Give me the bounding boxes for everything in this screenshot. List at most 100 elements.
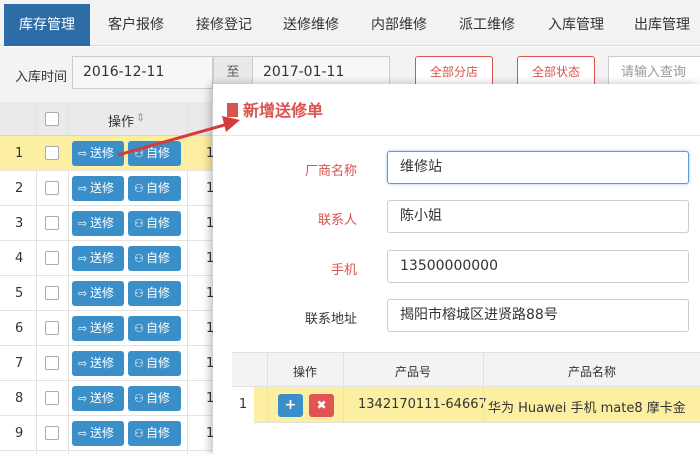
tab-bar: 库存管理 客户报修 接修登记 送修维修 内部维修 派工维修 入库管理 出库管理 [0,0,700,46]
row-number: 1 [15,146,24,161]
tab-internal-repair[interactable]: 内部维修 [355,4,443,46]
product-table-header: 操作 产品号 产品名称 [232,352,700,387]
send-repair-button[interactable]: ⇨ 送修 [72,386,124,411]
send-repair-button[interactable]: ⇨ 送修 [72,281,124,306]
phone-field[interactable]: 13500000000 [387,250,689,283]
send-repair-button[interactable]: ⇨ 送修 [72,421,124,446]
user-plus-icon: ⚇ [134,217,144,230]
row-number: 6 [15,321,24,336]
self-repair-button[interactable]: ⚇ 自修 [128,176,181,201]
tab-customer-repair[interactable]: 客户报修 [92,4,180,46]
self-repair-button[interactable]: ⚇ 自修 [128,421,181,446]
table-row: 1 + ✖ 1342170111-64667 华为 Huawei 手机 mate… [232,387,700,423]
tab-stock-out[interactable]: 出库管理 [620,4,700,46]
self-repair-button[interactable]: ⚇ 自修 [128,211,181,236]
table-row[interactable]: 3 ⇨ 送修 ⚇ 自修 1 [0,206,214,241]
send-repair-button[interactable]: ⇨ 送修 [72,176,124,201]
select-all-checkbox[interactable] [45,112,59,126]
table-row[interactable]: 6 ⇨ 送修 ⚇ 自修 1 [0,311,214,346]
row-checkbox[interactable] [45,251,59,265]
user-plus-icon: ⚇ [134,427,144,440]
date-filter-label: 入库时间 [15,70,68,85]
send-icon: ⇨ [78,217,88,230]
self-repair-button[interactable]: ⚇ 自修 [128,281,181,306]
dialog-title: 新增送修单 [227,97,323,121]
vendor-select[interactable]: 维修站 × [387,151,689,184]
send-repair-label: 送修 [90,146,115,160]
send-repair-label: 送修 [90,426,115,440]
row-number: 4 [15,251,24,266]
send-repair-button[interactable]: ⇨ 送修 [72,246,124,271]
self-repair-button[interactable]: ⚇ 自修 [128,246,181,271]
address-field[interactable]: 揭阳市榕城区进贤路88号 [387,299,689,332]
user-plus-icon: ⚇ [134,252,144,265]
self-repair-label: 自修 [146,146,171,160]
table-row[interactable]: 9 ⇨ 送修 ⚇ 自修 1 [0,416,214,451]
row-number: 3 [15,216,24,231]
self-repair-label: 自修 [146,426,171,440]
row-checkbox[interactable] [45,146,59,160]
column-divider [343,352,344,423]
self-repair-label: 自修 [146,356,171,370]
send-icon: ⇨ [78,287,88,300]
row-number: 9 [15,426,24,441]
send-repair-button[interactable]: ⇨ 送修 [72,351,124,376]
tab-repair-register[interactable]: 接修登记 [181,4,267,46]
user-plus-icon: ⚇ [134,392,144,405]
product-table: 操作 产品号 产品名称 1 + ✖ 1342170111-64667 华为 Hu… [232,352,700,454]
product-name-column-header: 产品名称 [568,365,617,379]
self-repair-button[interactable]: ⚇ 自修 [128,141,181,166]
self-repair-label: 自修 [146,321,171,335]
self-repair-button[interactable]: ⚇ 自修 [128,386,181,411]
row-checkbox[interactable] [45,391,59,405]
address-label: 联系地址 [304,312,357,327]
inventory-table: 操作 ⇕ 1 ⇨ 送修 ⚇ 自修 1 2 ⇨ 送修 ⚇ 自修 1 3 ⇨ 送修 ⚇ 自修 1 4 ⇨ 送修 ⚇ 自修 1 5 ⇨ 送… [0,102,214,454]
row-checkbox[interactable] [45,356,59,370]
table-row[interactable]: 7 ⇨ 送修 ⚇ 自修 1 [0,346,214,381]
document-icon [227,103,238,117]
send-repair-button[interactable]: ⇨ 送修 [72,316,124,341]
product-no-column-header: 产品号 [395,365,432,379]
send-repair-button[interactable]: ⇨ 送修 [72,211,124,236]
row-number: 7 [15,356,24,371]
send-repair-label: 送修 [90,391,115,405]
send-repair-label: 送修 [90,321,115,335]
delete-row-button[interactable]: ✖ [309,394,334,417]
operation-column-header: 操作 [108,115,135,130]
date-from-input[interactable]: 2016-12-11 [72,56,213,89]
row-checkbox[interactable] [45,286,59,300]
tab-stock-in[interactable]: 入库管理 [532,4,620,46]
row-checkbox[interactable] [45,181,59,195]
send-repair-label: 送修 [90,251,115,265]
add-row-button[interactable]: + [278,394,303,417]
table-row[interactable]: 8 ⇨ 送修 ⚇ 自修 1 [0,381,214,416]
table-row[interactable]: 1 ⇨ 送修 ⚇ 自修 1 [0,136,214,171]
row-checkbox[interactable] [45,321,59,335]
send-icon: ⇨ [78,147,88,160]
contact-label: 联系人 [317,213,357,228]
send-repair-button[interactable]: ⇨ 送修 [72,141,124,166]
table-row[interactable]: 2 ⇨ 送修 ⚇ 自修 1 [0,171,214,206]
product-no-cell: 1342170111-64667 [358,397,487,412]
tab-dispatch-repair[interactable]: 派工维修 [443,4,531,46]
table-row[interactable]: 5 ⇨ 送修 ⚇ 自修 1 [0,276,214,311]
product-name-cell: 华为 Huawei 手机 mate8 摩卡金 [488,401,686,416]
send-repair-label: 送修 [90,216,115,230]
sort-icon[interactable]: ⇕ [136,111,145,124]
vendor-select-value: 维修站 [400,159,442,175]
op-column-header: 操作 [293,365,318,379]
app-root: 库存管理 客户报修 接修登记 送修维修 内部维修 派工维修 入库管理 出库管理 … [0,0,700,454]
send-icon: ⇨ [78,392,88,405]
row-number: 2 [15,181,24,196]
self-repair-button[interactable]: ⚇ 自修 [128,351,181,376]
row-number: 5 [15,286,24,301]
contact-field[interactable]: 陈小姐 [387,200,689,233]
row-checkbox[interactable] [45,426,59,440]
self-repair-button[interactable]: ⚇ 自修 [128,316,181,341]
tab-send-repair[interactable]: 送修维修 [268,4,354,46]
tab-inventory[interactable]: 库存管理 [4,4,90,46]
row-checkbox[interactable] [45,216,59,230]
send-repair-label: 送修 [90,286,115,300]
table-row[interactable]: 4 ⇨ 送修 ⚇ 自修 1 [0,241,214,276]
title-divider [213,135,700,136]
